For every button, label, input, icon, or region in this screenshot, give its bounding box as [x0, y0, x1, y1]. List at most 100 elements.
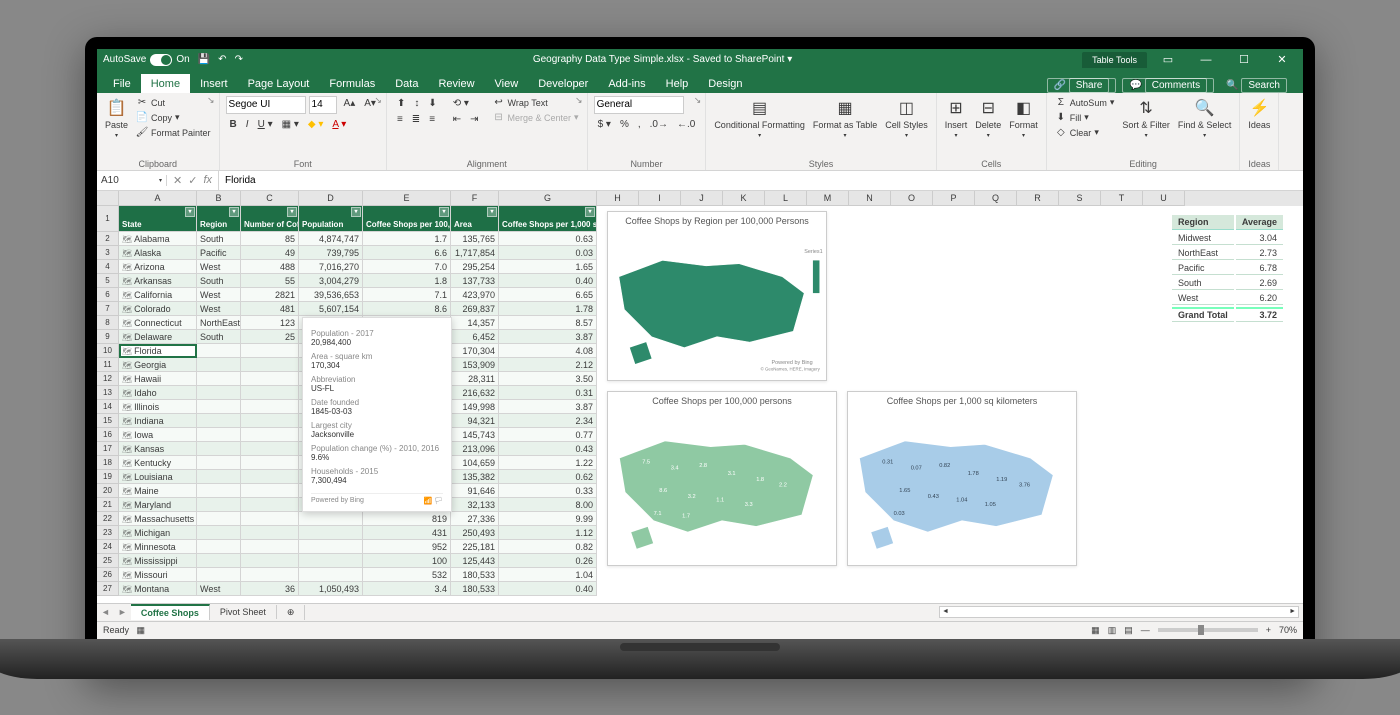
- view-layout-icon[interactable]: ▥: [1108, 625, 1117, 636]
- font-color-button[interactable]: A ▾: [328, 117, 350, 132]
- cell[interactable]: 250,493: [451, 526, 499, 540]
- cell[interactable]: 1.12: [499, 526, 597, 540]
- table-row[interactable]: 4ArizonaWest4887,016,2707.0295,2541.65: [97, 260, 597, 274]
- decrease-decimal-icon[interactable]: ←.0: [673, 117, 699, 132]
- cell[interactable]: 6,452: [451, 330, 499, 344]
- cell[interactable]: 0.63: [499, 232, 597, 246]
- cell[interactable]: 0.43: [499, 442, 597, 456]
- cell[interactable]: South: [197, 274, 241, 288]
- cell[interactable]: [299, 540, 363, 554]
- column-header[interactable]: N: [849, 191, 891, 206]
- sheet-nav-prev-icon[interactable]: ◄: [97, 607, 114, 617]
- cut-button[interactable]: ✂Cut: [134, 96, 213, 110]
- conditional-formatting-button[interactable]: ▤Conditional Formatting▾: [712, 96, 807, 141]
- table-header[interactable]: Number of Coffee Shops▾: [241, 206, 299, 232]
- cell[interactable]: 0.40: [499, 582, 597, 596]
- cell[interactable]: 8.00: [499, 498, 597, 512]
- column-header[interactable]: D: [299, 191, 363, 206]
- cell[interactable]: [299, 568, 363, 582]
- cell[interactable]: 0.82: [499, 540, 597, 554]
- cell[interactable]: 2.12: [499, 358, 597, 372]
- cell[interactable]: 91,646: [451, 484, 499, 498]
- ribbon-display-icon[interactable]: ▭: [1153, 53, 1183, 66]
- cell[interactable]: West: [197, 288, 241, 302]
- cell[interactable]: 125,443: [451, 554, 499, 568]
- pivot-table[interactable]: RegionAverage Midwest3.04NorthEast2.73Pa…: [1170, 213, 1285, 324]
- cell[interactable]: [241, 358, 299, 372]
- cell[interactable]: Georgia: [119, 358, 197, 372]
- currency-icon[interactable]: $ ▾: [594, 117, 615, 132]
- table-row[interactable]: 6CaliforniaWest282139,536,6537.1423,9706…: [97, 288, 597, 302]
- worksheet-area[interactable]: ABCDEFG1State▾Region▾Number of Coffee Sh…: [97, 191, 1303, 603]
- cell[interactable]: 3.87: [499, 400, 597, 414]
- cell[interactable]: Michigan: [119, 526, 197, 540]
- cell[interactable]: 4.08: [499, 344, 597, 358]
- minimize-icon[interactable]: —: [1191, 54, 1221, 66]
- cell[interactable]: 7.1: [363, 288, 451, 302]
- cell[interactable]: [299, 512, 363, 526]
- column-header[interactable]: C: [241, 191, 299, 206]
- cell[interactable]: 9.99: [499, 512, 597, 526]
- cell[interactable]: 49: [241, 246, 299, 260]
- cell[interactable]: 3,004,279: [299, 274, 363, 288]
- cell[interactable]: 180,533: [451, 568, 499, 582]
- cell[interactable]: 3.50: [499, 372, 597, 386]
- cell[interactable]: Indiana: [119, 414, 197, 428]
- cell[interactable]: 269,837: [451, 302, 499, 316]
- align-right-icon[interactable]: ≡: [425, 112, 439, 127]
- chart-region-map[interactable]: Coffee Shops by Region per 100,000 Perso…: [607, 211, 827, 381]
- column-header[interactable]: O: [891, 191, 933, 206]
- cell[interactable]: 36: [241, 582, 299, 596]
- cell[interactable]: 153,909: [451, 358, 499, 372]
- cell-styles-button[interactable]: ◫Cell Styles▾: [883, 96, 930, 141]
- cell[interactable]: 1,717,854: [451, 246, 499, 260]
- cell[interactable]: [197, 526, 241, 540]
- cell[interactable]: [241, 400, 299, 414]
- pivot-row[interactable]: West6.20: [1172, 292, 1283, 305]
- undo-icon[interactable]: ↶: [218, 54, 226, 65]
- clear-button[interactable]: ◇Clear ▾: [1053, 126, 1117, 140]
- fill-color-button[interactable]: ◆ ▾: [304, 117, 328, 132]
- pivot-row[interactable]: South2.69: [1172, 277, 1283, 290]
- cell[interactable]: [197, 456, 241, 470]
- cell[interactable]: 3.87: [499, 330, 597, 344]
- column-header[interactable]: K: [723, 191, 765, 206]
- cell[interactable]: Mississippi: [119, 554, 197, 568]
- cell[interactable]: Delaware: [119, 330, 197, 344]
- cell[interactable]: Connecticut: [119, 316, 197, 330]
- cell[interactable]: [241, 540, 299, 554]
- cell[interactable]: 0.26: [499, 554, 597, 568]
- column-header[interactable]: J: [681, 191, 723, 206]
- cell[interactable]: 100: [363, 554, 451, 568]
- view-pagebreak-icon[interactable]: ▤: [1124, 625, 1133, 636]
- table-row[interactable]: 27MontanaWest361,050,4933.4180,5330.40: [97, 582, 597, 596]
- table-row[interactable]: 3AlaskaPacific49739,7956.61,717,8540.03: [97, 246, 597, 260]
- cell[interactable]: Illinois: [119, 400, 197, 414]
- cell[interactable]: 5,607,154: [299, 302, 363, 316]
- column-header[interactable]: E: [363, 191, 451, 206]
- zoom-out-icon[interactable]: —: [1141, 625, 1150, 635]
- cell[interactable]: [197, 470, 241, 484]
- cell[interactable]: 1.22: [499, 456, 597, 470]
- cell[interactable]: [197, 428, 241, 442]
- cell[interactable]: 94,321: [451, 414, 499, 428]
- merge-center-button[interactable]: ⊟Merge & Center ▾: [491, 111, 581, 125]
- cell[interactable]: 28,311: [451, 372, 499, 386]
- cell[interactable]: [241, 484, 299, 498]
- cell[interactable]: 55: [241, 274, 299, 288]
- table-row[interactable]: 7ColoradoWest4815,607,1548.6269,8371.78: [97, 302, 597, 316]
- cell[interactable]: [299, 526, 363, 540]
- find-select-button[interactable]: 🔍Find & Select▾: [1176, 96, 1234, 141]
- cell[interactable]: [241, 554, 299, 568]
- column-header[interactable]: I: [639, 191, 681, 206]
- cell[interactable]: [197, 344, 241, 358]
- pivot-header[interactable]: Region: [1172, 215, 1234, 230]
- table-row[interactable]: 25Mississippi100125,4430.26: [97, 554, 597, 568]
- share-button[interactable]: 🔗 Share: [1047, 78, 1117, 93]
- column-header[interactable]: A: [119, 191, 197, 206]
- cell[interactable]: South: [197, 232, 241, 246]
- cell[interactable]: 423,970: [451, 288, 499, 302]
- italic-button[interactable]: I: [242, 117, 253, 132]
- cell[interactable]: Kansas: [119, 442, 197, 456]
- cell[interactable]: 0.77: [499, 428, 597, 442]
